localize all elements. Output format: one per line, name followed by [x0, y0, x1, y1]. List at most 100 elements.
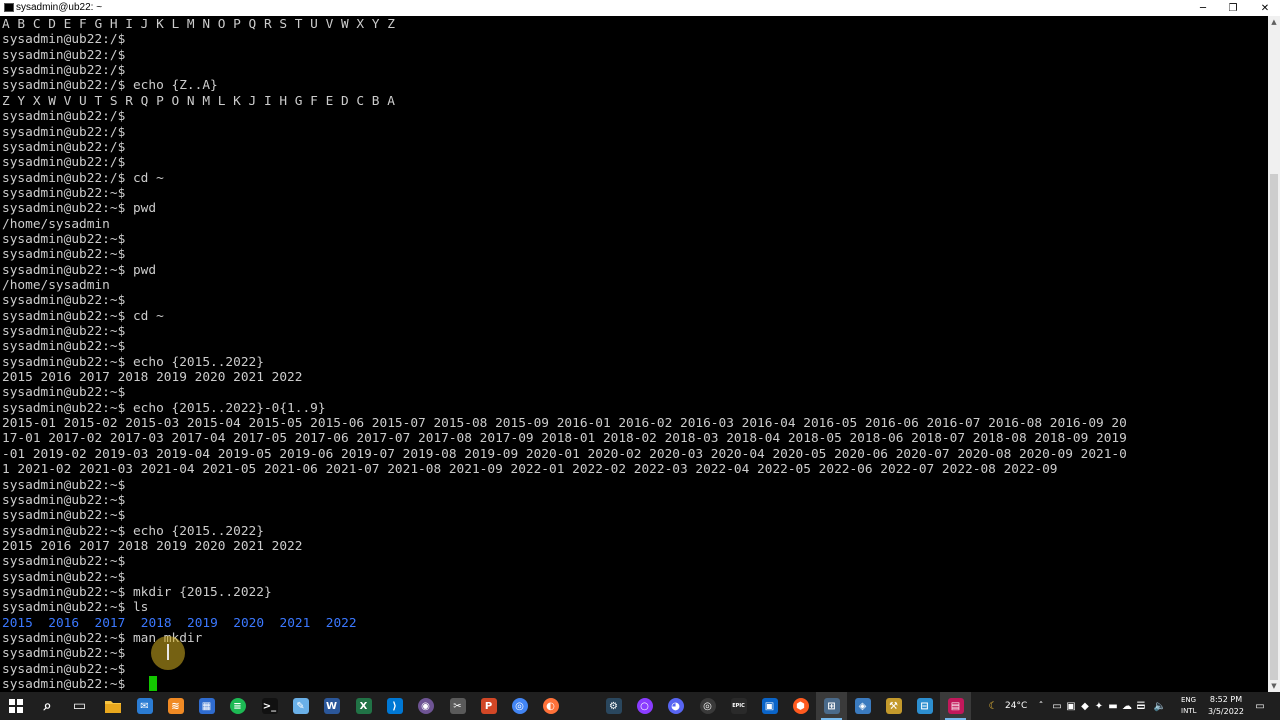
directory-entry: 2022 [325, 615, 357, 631]
weather-moon-icon[interactable]: ☾ [986, 698, 1000, 714]
restore-button[interactable]: ❐ [1218, 0, 1248, 16]
notifications-icon[interactable]: ▭ [1253, 698, 1267, 714]
terminal-line: 1 2021-02 2021-03 2021-04 2021-05 2021-0… [2, 462, 1058, 478]
vscode-button[interactable]: ⟩ [379, 692, 410, 720]
directory-entry: 2018 [140, 615, 172, 631]
mail-icon: ✉ [136, 698, 153, 714]
tray-app-icon-8[interactable]: ☰ [1134, 698, 1148, 714]
keyboard-layout-indicator[interactable]: INTL [1181, 707, 1196, 715]
github-desktop-button[interactable]: ◉ [410, 692, 441, 720]
chrome-button[interactable]: ◎ [504, 692, 535, 720]
directory-entry: 2020 [233, 615, 265, 631]
close-button[interactable]: ✕ [1250, 0, 1280, 16]
terminal-line: -01 2019-02 2019-03 2019-04 2019-05 2019… [2, 446, 1127, 462]
terminal-line: sysadmin@ub22:~$ [2, 554, 126, 570]
task-view-icon: ▭ [72, 698, 87, 714]
remote-desktop-button[interactable]: ▣ [754, 692, 785, 720]
terminal-scrollbar[interactable]: ▲ ▼ [1268, 16, 1280, 692]
discord-icon: ◕ [667, 698, 684, 714]
directory-entry: 2017 [94, 615, 126, 631]
network-monitor-button[interactable]: ⊟ [909, 692, 940, 720]
tray-app-icon-3[interactable]: ◆ [1078, 698, 1092, 714]
vpn-shield-button[interactable]: ⬢ [785, 692, 816, 720]
tray-app-icon-4[interactable]: ✦ [1092, 698, 1106, 714]
terminal-line: sysadmin@ub22:~$ [2, 569, 126, 585]
mouse-ibeam-cursor-icon [167, 644, 169, 660]
terminal-button[interactable]: >_ [254, 692, 285, 720]
window-title-bar[interactable]: sysadmin@ub22: ~ ─ ❐ ✕ [0, 0, 1280, 16]
terminal-line: sysadmin@ub22:/$ [2, 155, 126, 171]
terminal-line: sysadmin@ub22:~$ [2, 247, 126, 263]
discord-button[interactable]: ◕ [660, 692, 691, 720]
obs-button[interactable]: ○ [629, 692, 660, 720]
shield-icon: ⬢ [792, 698, 809, 714]
epic-games-button[interactable]: EPIC [723, 692, 754, 720]
terminal-line: sysadmin@ub22:/$ [2, 63, 126, 78]
terminal-output[interactable]: sysadmin@ub22:~$ sysadmin@ub22:~$ sysadmi… [0, 16, 1268, 692]
github-icon: ◉ [417, 698, 434, 714]
terminal-line: sysadmin@ub22:~$ [2, 293, 126, 309]
tray-app-icon-2[interactable]: ▣ [1064, 698, 1078, 714]
tray-app-icon-1[interactable]: ▭ [1050, 698, 1064, 714]
vpn-button[interactable]: ◎ [692, 692, 723, 720]
obs-icon: ○ [636, 698, 653, 714]
network-app-button[interactable]: ⊞ [816, 692, 847, 720]
chrome-icon: ◎ [511, 698, 528, 714]
firefox-button[interactable]: ◐ [535, 692, 566, 720]
calculator-button[interactable]: ▦ [191, 692, 222, 720]
terminal-line: sysadmin@ub22:~$ [2, 324, 126, 339]
terminal-line: 2015-01 2015-02 2015-03 2015-04 2015-05 … [2, 416, 1127, 432]
tools-button[interactable]: ⚒ [878, 692, 909, 720]
scroll-up-arrow-icon[interactable]: ▲ [1268, 16, 1280, 28]
layers-app-button[interactable]: ≋ [160, 692, 191, 720]
terminal-line: Z Y X W V U T S R Q P O N M L K J I H G … [2, 93, 395, 109]
terminal-line: sysadmin@ub22:/$ [2, 139, 126, 155]
volume-icon[interactable]: 🔈 [1153, 698, 1167, 714]
terminal-line: sysadmin@ub22:~$ [2, 231, 126, 247]
target-icon: ◎ [699, 698, 716, 714]
spotify-icon: ≡ [229, 698, 246, 714]
powerpoint-button[interactable]: P [473, 692, 504, 720]
clock-time[interactable]: 8:52 PM [1208, 695, 1244, 704]
tray-overflow-chevron-icon[interactable]: ˆ [1034, 698, 1048, 714]
directory-entry: 2016 [48, 615, 80, 631]
terminal-app-icon [4, 3, 14, 12]
terminal-line: sysadmin@ub22:~$ [2, 492, 126, 508]
terminal-line: 2015 2016 2017 2018 2019 2020 2021 2022 [2, 370, 303, 386]
terminal-line: sysadmin@ub22:~$ [2, 508, 126, 524]
file-explorer-button[interactable] [97, 692, 128, 720]
clock-date[interactable]: 3/5/2022 [1206, 707, 1246, 716]
excel-button[interactable]: X [348, 692, 379, 720]
mail-button[interactable]: ✉ [129, 692, 160, 720]
steam-button[interactable]: ⚙ [598, 692, 629, 720]
tray-app-icon-5[interactable]: ▬ [1106, 698, 1120, 714]
terminal-window-button[interactable]: ▤ [940, 692, 971, 720]
tray-app-icon-6[interactable]: ☁ [1120, 698, 1134, 714]
word-button[interactable]: W [316, 692, 347, 720]
snipping-tool-button[interactable]: ✂ [442, 692, 473, 720]
task-view-button[interactable]: ▭ [64, 692, 95, 720]
terminal-line: sysadmin@ub22:~$ echo {2015..2022} [2, 523, 264, 539]
terminal-line: sysadmin@ub22:~$ echo {2015..2022} [2, 354, 264, 370]
remote-desktop-icon: ▣ [761, 698, 778, 714]
scrollbar-thumb[interactable] [1270, 174, 1278, 680]
weather-temperature[interactable]: 24°C [1005, 701, 1027, 711]
language-indicator[interactable]: ENG [1181, 696, 1196, 704]
notepad-button[interactable]: ✎ [285, 692, 316, 720]
terminal-line: sysadmin@ub22:~$ mkdir {2015..2022} [2, 584, 272, 600]
search-button[interactable]: ⌕ [32, 692, 63, 720]
virtualbox-button[interactable]: ◈ [847, 692, 878, 720]
terminal-line: sysadmin@ub22:~$ [2, 385, 126, 401]
terminal-line: 2015 2016 2017 2018 2019 2020 2021 2022 [2, 538, 303, 554]
excel-icon: X [355, 698, 372, 714]
terminal-line: sysadmin@ub22:~$ cd ~ [2, 308, 164, 324]
scroll-down-arrow-icon[interactable]: ▼ [1268, 680, 1280, 692]
minimize-button[interactable]: ─ [1188, 0, 1218, 16]
terminal-line: sysadmin@ub22:/$ [2, 47, 126, 63]
network-icon: ⊞ [823, 698, 840, 714]
start-button[interactable] [0, 692, 31, 720]
terminal-line: sysadmin@ub22:~$ [2, 661, 126, 677]
terminal-line: sysadmin@ub22:/$ [2, 32, 126, 48]
spotify-button[interactable]: ≡ [222, 692, 253, 720]
ls-output-line: 2015 2016 2017 2018 2019 2020 2021 2022 [2, 616, 357, 631]
